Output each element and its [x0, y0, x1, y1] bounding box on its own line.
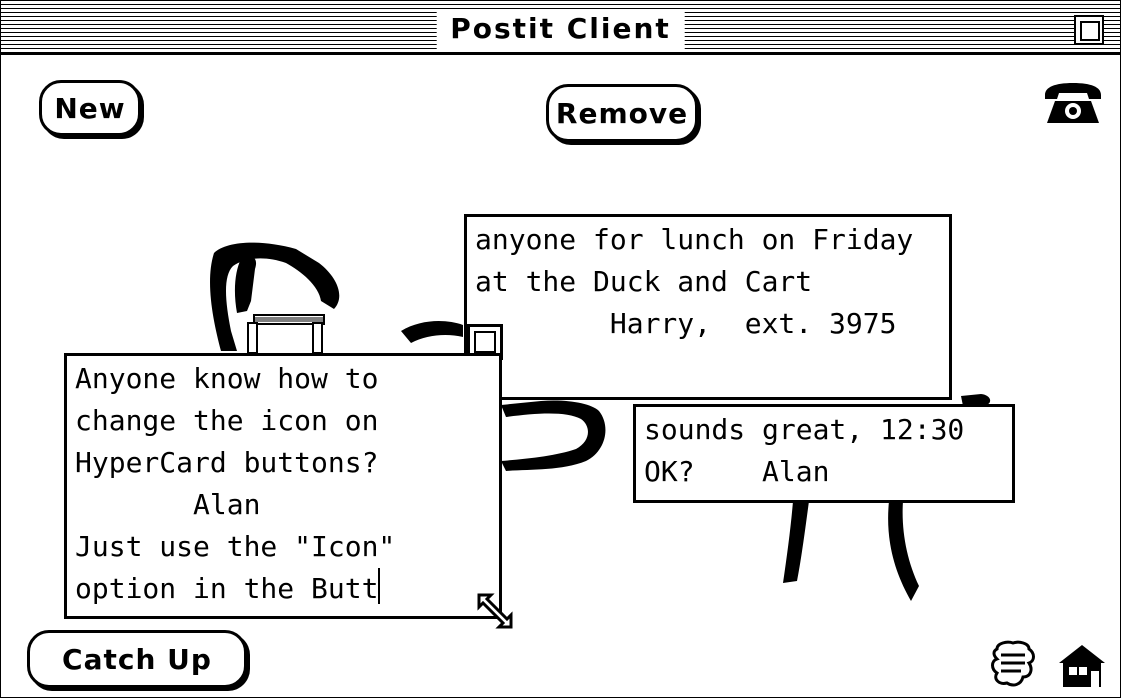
postit-note-icon-question[interactable]: Anyone know how to change the icon on Hy… [64, 353, 502, 619]
note-line: Alan [75, 488, 261, 521]
zoom-box-icon[interactable] [1074, 15, 1104, 45]
note-line: anyone for lunch on Friday [475, 223, 914, 256]
remove-button[interactable]: Remove [546, 84, 698, 142]
postit-note-reply[interactable]: sounds great, 12:30 OK? Alan [633, 404, 1015, 503]
resize-arrow-icon[interactable] [475, 591, 515, 631]
note-line-editing[interactable]: option in the Butt [75, 568, 491, 610]
note-line: at the Duck and Cart [475, 265, 813, 298]
text-cursor [378, 568, 381, 604]
title-bar[interactable]: Postit Client [1, 1, 1120, 55]
window-title: Postit Client [436, 9, 685, 49]
telephone-icon[interactable] [1041, 81, 1105, 125]
note-line: HyperCard buttons? [75, 446, 379, 479]
postit-note-lunch[interactable]: anyone for lunch on Friday at the Duck a… [464, 214, 952, 400]
note-line: sounds great, 12:30 [644, 413, 965, 446]
note-line: OK? Alan [644, 455, 830, 488]
note-line-text: option in the Butt [75, 572, 379, 605]
note-line: change the icon on [75, 404, 379, 437]
note-line: Just use the "Icon" [75, 530, 396, 563]
note-line: Anyone know how to [75, 362, 379, 395]
home-icon[interactable] [1055, 641, 1109, 689]
new-button[interactable]: New [39, 80, 141, 136]
script-icon[interactable] [987, 639, 1039, 691]
note-line: Harry, ext. 3975 [475, 307, 897, 340]
postit-window: Postit Client New Remove anyone for lunc… [0, 0, 1121, 698]
catch-up-button[interactable]: Catch Up [27, 630, 247, 688]
